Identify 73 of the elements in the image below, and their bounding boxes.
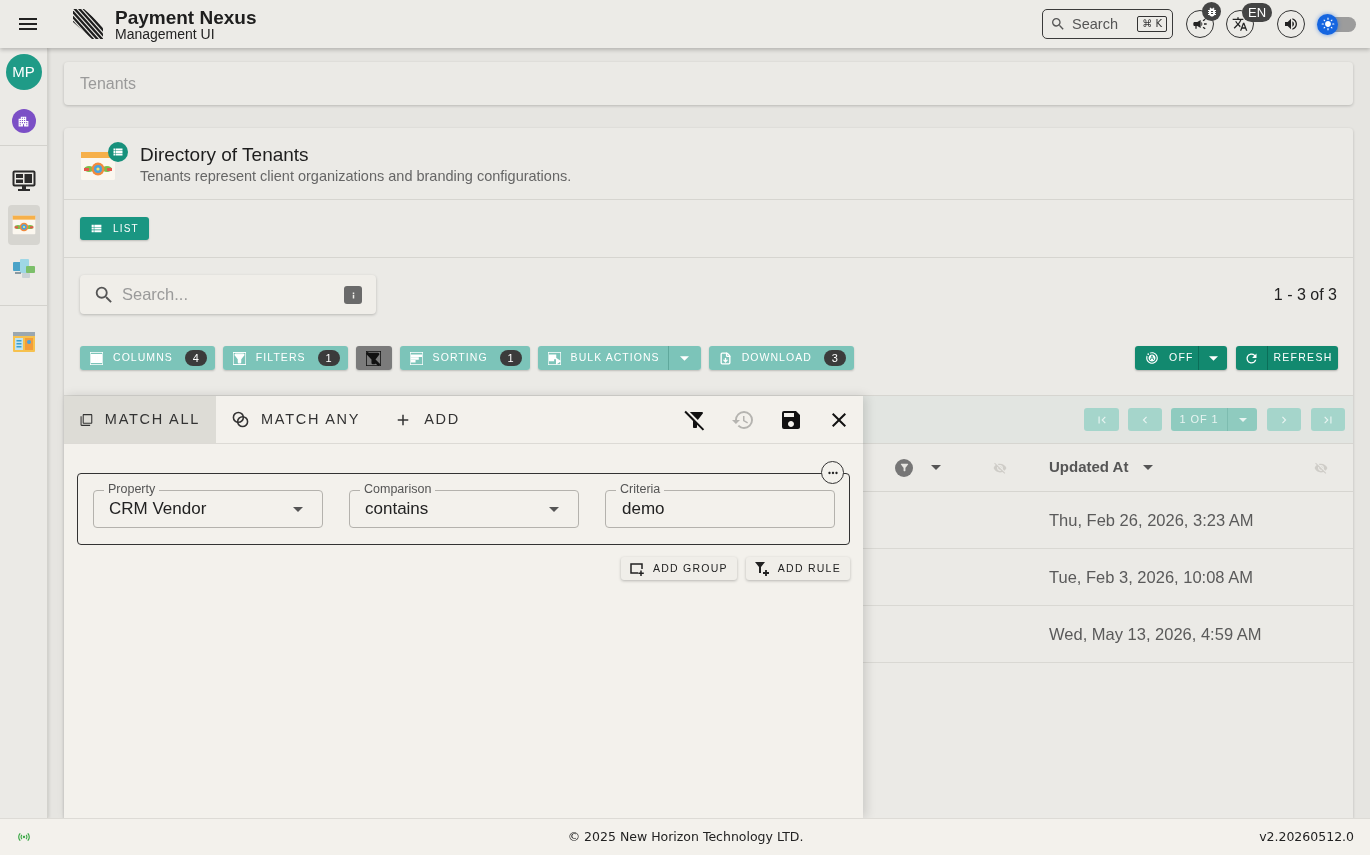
theme-toggle[interactable]	[1317, 13, 1357, 35]
refresh-button[interactable]: REFRESH	[1236, 346, 1338, 370]
match-tab[interactable]: MATCH ANY	[216, 396, 377, 443]
field-label: Property	[104, 482, 160, 497]
caret-icon	[293, 506, 303, 512]
copyright-text: © 2025 New Horizon Technology LTD.	[567, 827, 804, 846]
devices-icon[interactable]	[11, 258, 36, 280]
panels-icon[interactable]	[11, 330, 36, 354]
logo-icon	[72, 8, 104, 40]
columns-icon	[90, 351, 103, 365]
add-button[interactable]: ADD	[378, 396, 477, 443]
filters-button[interactable]: FILTERS 1	[222, 346, 348, 370]
filter-plus-icon	[754, 561, 769, 576]
megaphone-icon	[1192, 16, 1208, 32]
clear-filters-button[interactable]	[355, 346, 392, 370]
match-tab[interactable]: MATCH ALL	[64, 396, 216, 443]
dropdown-button[interactable]	[667, 346, 701, 370]
page-title: Directory of Tenants	[140, 142, 310, 167]
sort-icon	[409, 351, 423, 365]
more-button[interactable]	[821, 461, 844, 484]
list-badge-icon	[108, 141, 128, 162]
field-label: Comparison	[360, 482, 436, 497]
playlist-icon	[547, 351, 561, 365]
column-header[interactable]: Updated At	[1049, 456, 1129, 479]
calendar-flower-icon	[11, 215, 36, 235]
version-text: v2.20260512.0	[1259, 827, 1354, 846]
auto-icon	[1145, 351, 1159, 365]
add-rule-button[interactable]: ADD RULE	[745, 557, 850, 580]
app-subtitle: Management UI	[115, 26, 216, 41]
search-icon	[93, 284, 115, 306]
bug-icon[interactable]	[1202, 2, 1221, 21]
search-icon	[1050, 16, 1066, 32]
view-tab[interactable]: LIST	[80, 217, 149, 240]
caret-icon	[549, 506, 559, 512]
file-download-icon	[718, 351, 732, 365]
translate-icon	[1232, 16, 1248, 32]
range-label: 1 - 3 of 3	[1273, 284, 1337, 305]
count-badge: 4	[184, 350, 207, 366]
stacked-squares-icon	[80, 411, 93, 428]
speaker-icon	[1283, 16, 1299, 32]
language-badge: EN	[1242, 3, 1273, 22]
sort-caret-icon[interactable]	[1143, 465, 1154, 470]
list-icon	[90, 222, 103, 235]
page-description: Tenants represent client organizations and branding configurations.	[140, 166, 572, 185]
auto-refresh-button[interactable]: OFF	[1135, 346, 1198, 370]
count-badge: 1	[317, 350, 340, 366]
monitor-icon[interactable]	[11, 170, 36, 192]
count-badge: 3	[823, 350, 846, 366]
square-plus-icon	[629, 561, 644, 576]
filter-icon	[232, 351, 246, 365]
caret-icon	[1238, 417, 1247, 422]
date-cell-text: Thu, Feb 26, 2026, 3:23 AM	[1049, 509, 1254, 531]
search-field[interactable]: Search...	[80, 275, 376, 314]
shortcut-key: ⌘ K	[1137, 16, 1167, 32]
download-button[interactable]: DOWNLOAD 3	[708, 346, 854, 370]
filter-off-icon	[366, 350, 382, 366]
overlapping-circles-icon	[232, 411, 249, 428]
add-group-button[interactable]: ADD GROUP	[620, 557, 737, 580]
info-icon[interactable]	[344, 286, 362, 304]
caret-icon	[1208, 355, 1218, 361]
sort-caret-icon[interactable]	[931, 465, 941, 470]
filter-icon[interactable]	[895, 458, 913, 477]
date-cell-text: Wed, May 13, 2026, 4:59 AM	[1049, 623, 1262, 645]
caret-icon	[680, 355, 690, 361]
date-cell-text: Tue, Feb 3, 2026, 10:08 AM	[1049, 566, 1253, 588]
columns-button[interactable]: COLUMNS 4	[80, 346, 215, 370]
sorting-button[interactable]: SORTING 1	[399, 346, 530, 370]
app-title: Payment Nexus	[115, 7, 257, 27]
dropdown-button[interactable]	[1198, 346, 1227, 370]
count-badge: 1	[499, 350, 522, 366]
building-icon[interactable]	[11, 109, 36, 133]
calendar-flower-icon	[80, 150, 116, 181]
sun-icon	[1320, 17, 1335, 31]
